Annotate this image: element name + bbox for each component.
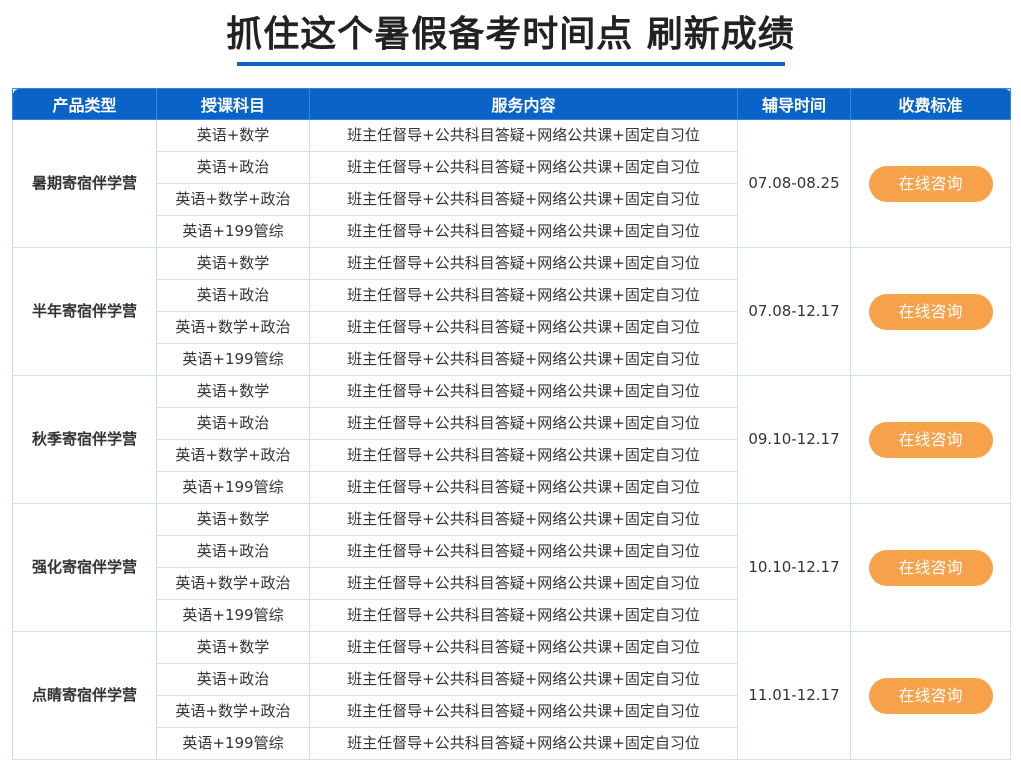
period-cell: 07.08-08.25: [737, 119, 851, 248]
table-row: 点睛寄宿伴学营 英语+数学 班主任督导+公共科目答疑+网络公共课+固定自习位 11.0…: [12, 631, 1011, 760]
service-cell: 班主任督导+公共科目答疑+网络公共课+固定自习位: [309, 535, 738, 568]
service-cell: 班主任督导+公共科目答疑+网络公共课+固定自习位: [309, 119, 738, 152]
table-header: 产品类型 授课科目 服务内容 辅导时间 收费标准: [12, 88, 1011, 120]
subject-cell: 英语+政治: [156, 663, 310, 696]
subject-cell: 英语+数学+政治: [156, 695, 310, 728]
price-cell: 在线咨询: [850, 375, 1011, 504]
subject-cell: 英语+数学+政治: [156, 567, 310, 600]
subject-cell: 英语+199管综: [156, 727, 310, 760]
service-cell: 班主任督导+公共科目答疑+网络公共课+固定自习位: [309, 311, 738, 344]
service-cell: 班主任督导+公共科目答疑+网络公共课+固定自习位: [309, 503, 738, 536]
table-row: 强化寄宿伴学营 英语+数学 班主任督导+公共科目答疑+网络公共课+固定自习位 10.1…: [12, 503, 1011, 632]
col-header-subject: 授课科目: [156, 88, 310, 120]
subject-cell: 英语+政治: [156, 535, 310, 568]
subject-cell: 英语+数学: [156, 119, 310, 152]
title-underline: [237, 62, 785, 66]
service-cell: 班主任督导+公共科目答疑+网络公共课+固定自习位: [309, 183, 738, 216]
service-cell: 班主任督导+公共科目答疑+网络公共课+固定自习位: [309, 727, 738, 760]
subject-cell: 英语+政治: [156, 407, 310, 440]
plan-table: 产品类型 授课科目 服务内容 辅导时间 收费标准 暑期寄宿伴学营 英语+数学 班主任…: [12, 88, 1011, 760]
product-type-cell: 秋季寄宿伴学营: [12, 375, 157, 504]
col-header-period: 辅导时间: [737, 88, 851, 120]
service-cell: 班主任督导+公共科目答疑+网络公共课+固定自习位: [309, 279, 738, 312]
subject-cell: 英语+数学+政治: [156, 439, 310, 472]
period-cell: 09.10-12.17: [737, 375, 851, 504]
col-header-price: 收费标准: [850, 88, 1011, 120]
service-cell: 班主任督导+公共科目答疑+网络公共课+固定自习位: [309, 471, 738, 504]
service-cell: 班主任督导+公共科目答疑+网络公共课+固定自习位: [309, 407, 738, 440]
price-cell: 在线咨询: [850, 503, 1011, 632]
table-row: 暑期寄宿伴学营 英语+数学 班主任督导+公共科目答疑+网络公共课+固定自习位 07.0…: [12, 119, 1011, 248]
subject-cell: 英语+政治: [156, 279, 310, 312]
service-cell: 班主任督导+公共科目答疑+网络公共课+固定自习位: [309, 663, 738, 696]
product-type-cell: 点睛寄宿伴学营: [12, 631, 157, 760]
table-row: 半年寄宿伴学营 英语+数学 班主任督导+公共科目答疑+网络公共课+固定自习位 07.0…: [12, 247, 1011, 376]
table-row: 秋季寄宿伴学营 英语+数学 班主任督导+公共科目答疑+网络公共课+固定自习位 09.1…: [12, 375, 1011, 504]
period-cell: 11.01-12.17: [737, 631, 851, 760]
subject-cell: 英语+199管综: [156, 215, 310, 248]
consult-button[interactable]: 在线咨询: [868, 421, 993, 458]
service-cell: 班主任督导+公共科目答疑+网络公共课+固定自习位: [309, 599, 738, 632]
period-cell: 10.10-12.17: [737, 503, 851, 632]
consult-button[interactable]: 在线咨询: [868, 549, 993, 586]
subject-cell: 英语+199管综: [156, 343, 310, 376]
subject-cell: 英语+数学+政治: [156, 311, 310, 344]
col-header-service: 服务内容: [309, 88, 738, 120]
subject-cell: 英语+199管综: [156, 599, 310, 632]
service-cell: 班主任督导+公共科目答疑+网络公共课+固定自习位: [309, 375, 738, 408]
title-section: 抓住这个暑假备考时间点 刷新成绩: [0, 0, 1021, 88]
header-row: 产品类型 授课科目 服务内容 辅导时间 收费标准: [12, 88, 1011, 120]
subject-cell: 英语+数学: [156, 503, 310, 536]
price-cell: 在线咨询: [850, 119, 1011, 248]
price-cell: 在线咨询: [850, 247, 1011, 376]
subject-cell: 英语+政治: [156, 151, 310, 184]
product-type-cell: 半年寄宿伴学营: [12, 247, 157, 376]
consult-button[interactable]: 在线咨询: [868, 677, 993, 714]
service-cell: 班主任督导+公共科目答疑+网络公共课+固定自习位: [309, 567, 738, 600]
product-type-cell: 强化寄宿伴学营: [12, 503, 157, 632]
subject-cell: 英语+数学+政治: [156, 183, 310, 216]
service-cell: 班主任督导+公共科目答疑+网络公共课+固定自习位: [309, 247, 738, 280]
service-cell: 班主任督导+公共科目答疑+网络公共课+固定自习位: [309, 343, 738, 376]
service-cell: 班主任督导+公共科目答疑+网络公共课+固定自习位: [309, 151, 738, 184]
col-header-product: 产品类型: [12, 88, 157, 120]
service-cell: 班主任督导+公共科目答疑+网络公共课+固定自习位: [309, 695, 738, 728]
table-body: 暑期寄宿伴学营 英语+数学 班主任督导+公共科目答疑+网络公共课+固定自习位 07.0…: [12, 119, 1011, 760]
page-title: 抓住这个暑假备考时间点 刷新成绩: [226, 14, 795, 55]
consult-button[interactable]: 在线咨询: [868, 293, 993, 330]
period-cell: 07.08-12.17: [737, 247, 851, 376]
subject-cell: 英语+数学: [156, 247, 310, 280]
subject-cell: 英语+199管综: [156, 471, 310, 504]
consult-button[interactable]: 在线咨询: [868, 165, 993, 202]
product-type-cell: 暑期寄宿伴学营: [12, 119, 157, 248]
price-cell: 在线咨询: [850, 631, 1011, 760]
subject-cell: 英语+数学: [156, 375, 310, 408]
subject-cell: 英语+数学: [156, 631, 310, 664]
service-cell: 班主任督导+公共科目答疑+网络公共课+固定自习位: [309, 215, 738, 248]
service-cell: 班主任督导+公共科目答疑+网络公共课+固定自习位: [309, 439, 738, 472]
service-cell: 班主任督导+公共科目答疑+网络公共课+固定自习位: [309, 631, 738, 664]
